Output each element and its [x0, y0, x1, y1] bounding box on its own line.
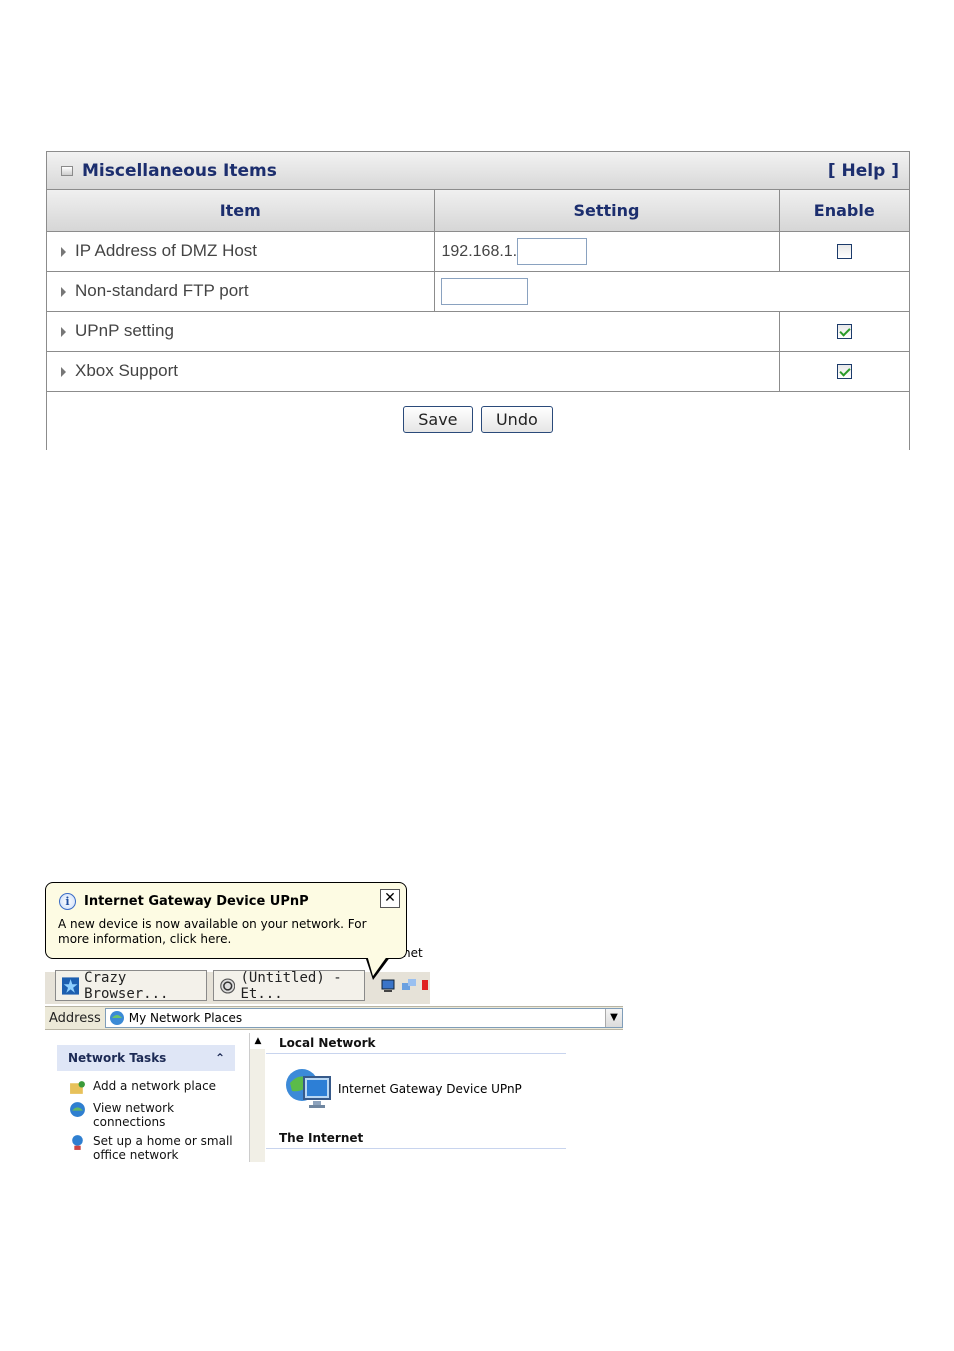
item-label: Non-standard FTP port — [75, 281, 249, 300]
item-cell: Non-standard FTP port — [47, 271, 435, 312]
xbox-enable-checkbox[interactable] — [836, 364, 852, 380]
row-upnp: UPnP setting — [47, 311, 909, 352]
column-header-setting: Setting — [434, 190, 780, 232]
network-tasks-header[interactable]: Network Tasks ⌃ — [57, 1045, 235, 1071]
column-header-item: Item — [47, 190, 435, 232]
undo-button[interactable]: Undo — [480, 405, 553, 433]
device-igd-upnp[interactable]: Internet Gateway Device UPnP — [266, 1054, 626, 1114]
taskbar-button-label: Crazy Browser... — [84, 969, 169, 1002]
vertical-scrollbar[interactable]: ▲ — [249, 1033, 266, 1162]
enable-cell — [779, 231, 909, 272]
task-setup-home-network[interactable]: Set up a home or small office network — [69, 1134, 235, 1162]
panel-header: Miscellaneous Items [ Help ] — [47, 152, 909, 190]
item-label: UPnP setting — [75, 321, 174, 340]
task-view-network-connections[interactable]: View network connections — [69, 1101, 235, 1129]
info-icon: i — [59, 893, 76, 910]
group-heading-the-internet: The Internet — [266, 1131, 566, 1149]
triangle-right-icon — [61, 366, 66, 377]
help-link[interactable]: [ Help ] — [828, 161, 899, 181]
task-label: Add a network place — [93, 1079, 217, 1093]
balloon-message[interactable]: A new device is now available on your ne… — [58, 917, 398, 947]
network-device-tray-icon[interactable] — [380, 978, 396, 994]
network-places-icon — [109, 1011, 124, 1025]
item-label: Xbox Support — [75, 361, 179, 380]
table-header-row: Item Setting Enable — [47, 190, 909, 232]
task-label: Set up a home or small office network — [93, 1134, 233, 1162]
row-xbox: Xbox Support — [47, 351, 909, 392]
address-bar: Address My Network Places ▼ — [45, 1006, 623, 1030]
column-header-enable: Enable — [779, 190, 909, 232]
panel-title-text: Miscellaneous Items — [82, 160, 277, 181]
dmz-enable-checkbox[interactable] — [836, 244, 852, 260]
group-heading-local-network: Local Network — [266, 1033, 566, 1054]
dmz-ip-input[interactable] — [517, 237, 588, 265]
triangle-right-icon — [61, 326, 66, 337]
crazy-browser-icon — [62, 976, 80, 995]
address-field[interactable]: My Network Places ▼ — [104, 1008, 623, 1028]
collapse-icon[interactable]: ⌃ — [215, 1051, 225, 1065]
network-tasks-title: Network Tasks — [68, 1051, 167, 1065]
gateway-device-icon — [286, 1069, 331, 1108]
row-ftp-port: Non-standard FTP port — [47, 271, 909, 312]
task-label: View network connections — [93, 1101, 175, 1129]
taskbar-button-label: (Untitled) - Et... — [240, 969, 342, 1002]
triangle-right-icon — [61, 286, 66, 297]
enable-cell — [779, 351, 909, 392]
network-places-content: Local Network Internet Gateway Device UP… — [266, 1033, 626, 1162]
network-tasks-list: Add a network place View network connect… — [57, 1071, 235, 1162]
enable-cell — [779, 311, 909, 352]
network-tasks-pane: Network Tasks ⌃ Add a network place View… — [57, 1045, 235, 1162]
taskbar-button-untitled[interactable]: (Untitled) - Et... — [213, 969, 365, 1002]
balloon-close-button[interactable]: ✕ — [380, 889, 400, 908]
upnp-enable-checkbox[interactable] — [836, 324, 852, 340]
xp-screenshot: net Crazy Browser... (Untitled) - Et... … — [45, 882, 625, 1162]
balloon-title-text: Internet Gateway Device UPnP — [84, 894, 309, 909]
home-network-icon — [72, 1135, 83, 1150]
item-cell: Xbox Support — [47, 351, 780, 392]
button-row: Save Undo — [47, 392, 909, 450]
ethereal-icon — [220, 977, 236, 994]
network-connections-icon — [70, 1102, 85, 1117]
address-label: Address — [49, 1010, 101, 1026]
task-add-network-place[interactable]: Add a network place — [69, 1079, 235, 1096]
taskbar-button-crazy-browser[interactable]: Crazy Browser... — [55, 969, 207, 1002]
address-value: My Network Places — [128, 1011, 243, 1025]
item-cell: UPnP setting — [47, 311, 780, 352]
scroll-up-arrow-icon[interactable]: ▲ — [250, 1033, 266, 1049]
setting-cell: 192.168.1. — [434, 231, 780, 272]
ftp-port-input[interactable] — [440, 277, 528, 305]
setting-cell — [434, 271, 909, 312]
device-label: Internet Gateway Device UPnP — [338, 1082, 522, 1096]
item-cell: IP Address of DMZ Host — [47, 231, 435, 272]
ip-prefix: 192.168.1. — [441, 242, 518, 260]
flag-tray-icon[interactable] — [422, 978, 430, 994]
network-connections-tray-icon[interactable] — [401, 978, 417, 994]
chevron-down-icon[interactable]: ▼ — [605, 1009, 622, 1027]
add-network-place-icon — [70, 1081, 85, 1094]
row-dmz-host: IP Address of DMZ Host 192.168.1. — [47, 231, 909, 272]
misc-table: Item Setting Enable IP Address of DMZ Ho… — [47, 190, 909, 392]
misc-items-panel: Miscellaneous Items [ Help ] Item Settin… — [46, 151, 910, 450]
balloon-title: i Internet Gateway Device UPnP — [59, 893, 309, 910]
triangle-right-icon — [61, 246, 66, 257]
save-button[interactable]: Save — [403, 405, 473, 433]
notification-balloon[interactable]: i Internet Gateway Device UPnP ✕ A new d… — [45, 882, 407, 959]
panel-title: Miscellaneous Items — [61, 161, 277, 181]
square-bullet-icon — [61, 165, 73, 176]
balloon-tail-fill — [367, 955, 388, 976]
item-label: IP Address of DMZ Host — [75, 241, 258, 260]
